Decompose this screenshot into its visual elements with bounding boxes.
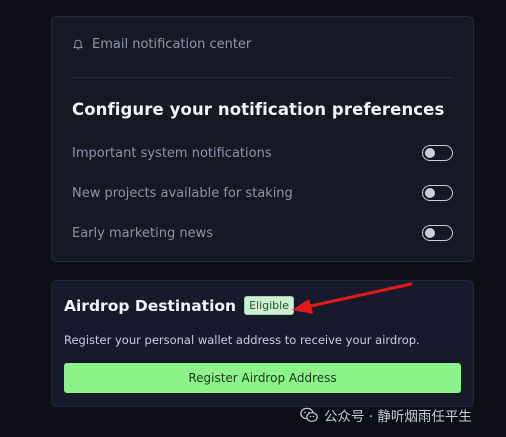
wechat-logo	[300, 407, 318, 422]
register-airdrop-button[interactable]: Register Airdrop Address	[64, 363, 461, 393]
notification-card: Email notification center Configure your…	[51, 16, 474, 262]
airdrop-title-row: Airdrop Destination Eligible	[64, 296, 294, 315]
toggle-system-notifications[interactable]	[422, 145, 453, 161]
pref-row-system: Important system notifications	[72, 143, 453, 163]
pref-row-staking: New projects available for staking	[72, 183, 453, 203]
toggle-knob	[425, 148, 435, 158]
toggle-knob	[425, 228, 435, 238]
pref-label: Important system notifications	[72, 145, 272, 161]
watermark-text: 公众号 · 静听烟雨任平生	[324, 409, 472, 425]
airdrop-card: Airdrop Destination Eligible Register yo…	[51, 280, 474, 407]
notification-center-header: Email notification center	[72, 37, 251, 52]
divider	[72, 77, 453, 78]
preferences-title: Configure your notification preferences	[72, 100, 445, 119]
airdrop-title: Airdrop Destination	[64, 296, 237, 315]
notification-center-label: Email notification center	[92, 37, 252, 52]
eligible-badge: Eligible	[244, 296, 294, 315]
pref-row-marketing: Early marketing news	[72, 223, 453, 243]
pref-label: Early marketing news	[72, 225, 213, 241]
watermark: 公众号 · 静听烟雨任平生	[300, 405, 472, 425]
airdrop-description: Register your personal wallet address to…	[64, 333, 420, 347]
bell-icon	[73, 39, 83, 50]
toggle-knob	[425, 188, 435, 198]
toggle-staking-projects[interactable]	[422, 185, 453, 201]
pref-label: New projects available for staking	[72, 185, 293, 201]
toggle-marketing-news[interactable]	[422, 225, 453, 241]
